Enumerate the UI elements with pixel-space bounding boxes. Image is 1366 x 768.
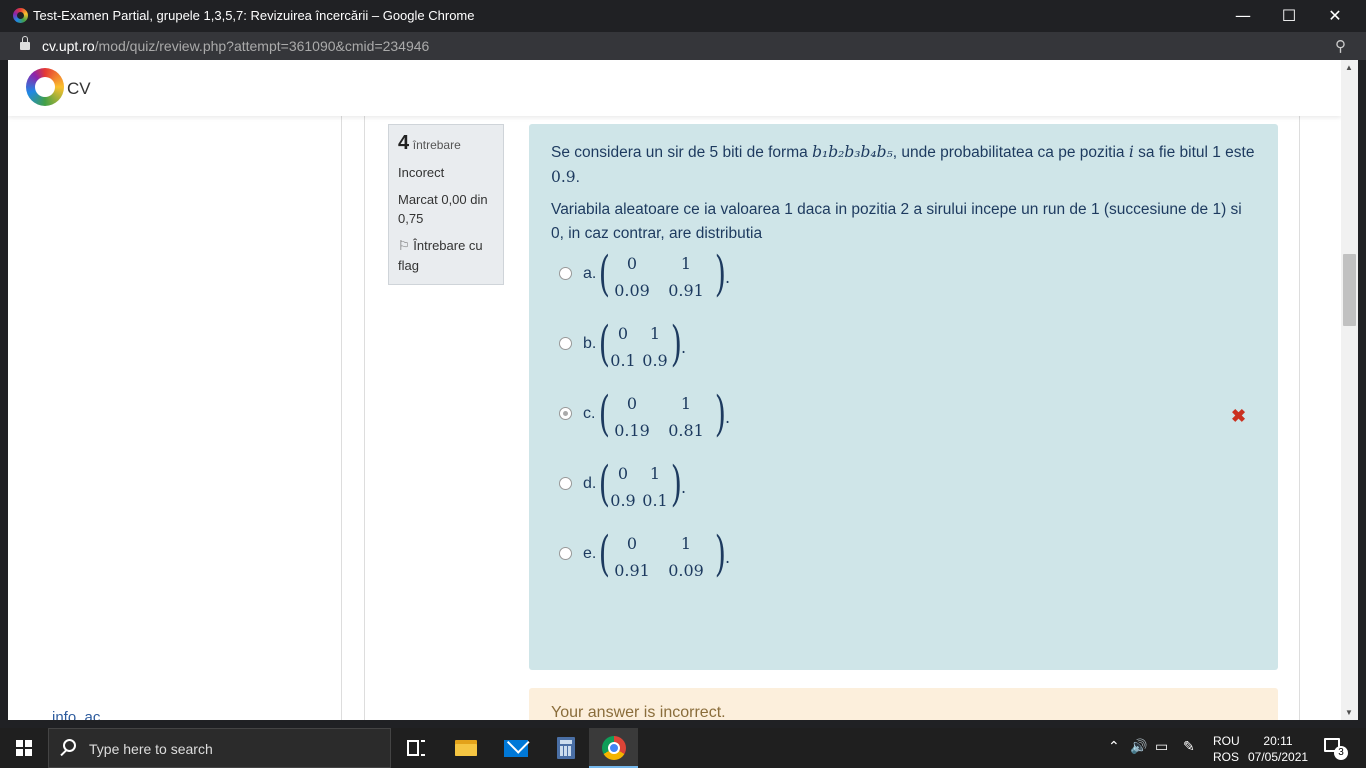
option-letter: b. [583,335,597,352]
volume-icon[interactable]: 🔊 [1130,739,1147,755]
answer-radio[interactable] [559,407,572,420]
clock[interactable]: 20:11 07/05/2021 [1248,733,1308,765]
pen-icon[interactable]: ✎ [1183,739,1195,755]
quiz-review-main: 4 întrebare Incorect Marcat 0,00 din 0,7… [364,116,1300,720]
taskbar-search[interactable]: Type here to search [48,728,391,768]
minimize-icon[interactable]: — [1220,0,1266,32]
site-logo-icon[interactable] [26,68,64,106]
info-ac-link[interactable]: info_ac [52,709,100,720]
option-letter: d. [583,475,597,492]
site-header: CV [8,60,1341,116]
file-explorer-icon[interactable] [455,736,479,760]
question-word: întrebare [412,138,461,152]
matrix-cell: 0.19 [614,421,650,440]
option-letter: a. [583,265,597,282]
search-placeholder: Type here to search [89,741,213,757]
flag-label: Întrebare cu flag [398,238,483,273]
windows-start-icon[interactable] [16,740,32,756]
chevron-up-icon[interactable]: ⌃ [1108,739,1120,755]
notification-count: 3 [1334,746,1348,760]
page-viewport: CV info_ac 4 întrebare Incorect Marcat 0… [8,60,1341,720]
matrix-cell: 0 [626,254,638,273]
mail-icon[interactable] [504,736,528,760]
scroll-down-icon[interactable]: ▼ [1345,708,1353,717]
matrix-cell: 1 [680,394,692,413]
feedback-text: Your answer is incorrect. [551,704,726,720]
matrix-cell: 0 [626,394,638,413]
window-title: Test-Examen Partial, grupele 1,3,5,7: Re… [33,8,475,23]
scroll-up-icon[interactable]: ▲ [1345,63,1353,72]
matrix-cell: 0.09 [614,281,650,300]
url-text[interactable]: cv.upt.ro/mod/quiz/review.php?attempt=36… [42,38,429,54]
window-titlebar: Test-Examen Partial, grupele 1,3,5,7: Re… [0,0,1366,32]
matrix-cell: 0.91 [668,281,704,300]
notification-icon[interactable]: 3 [1324,738,1348,760]
calculator-icon[interactable] [554,736,578,760]
flag-icon: ⚐ [398,239,410,254]
zoom-icon[interactable]: ⚲ [1335,37,1346,55]
address-bar[interactable]: cv.upt.ro/mod/quiz/review.php?attempt=36… [0,32,1366,60]
lock-icon[interactable] [20,36,30,50]
matrix-cell: 0 [626,534,638,553]
matrix-cell: 1 [680,254,692,273]
feedback-box: Your answer is incorrect. [529,688,1278,720]
answer-radio[interactable] [559,337,572,350]
site-name[interactable]: CV [67,79,91,99]
matrix-cell: 0.09 [668,561,704,580]
close-icon[interactable]: ✕ [1312,0,1358,32]
answer-radio[interactable] [559,477,572,490]
matrix-cell: 1 [680,534,692,553]
incorrect-mark-icon: ✖ [1231,406,1247,426]
chrome-taskbar-icon[interactable] [589,728,638,768]
question-info-panel: 4 întrebare Incorect Marcat 0,00 din 0,7… [388,124,504,285]
question-number: 4 [398,132,410,154]
question-text-2: Variabila aleatoare ce ia valoarea 1 dac… [551,201,1242,242]
taskbar: Type here to search ⌃ 🔊 ▭ ✎ ROU ROS 20:11… [0,728,1366,768]
search-icon [63,739,76,752]
question-text-1: Se considera un sir de 5 biti de forma b… [551,143,1255,186]
option-letter: c. [583,405,596,422]
chrome-favicon-icon [13,8,28,23]
question-content: Se considera un sir de 5 biti de forma b… [529,124,1278,670]
language-indicator[interactable]: ROU ROS [1213,733,1240,765]
option-letter: e. [583,545,597,562]
question-state: Incorect [398,165,445,180]
matrix-cell: 0.81 [668,421,704,440]
scroll-thumb[interactable] [1343,254,1356,326]
left-drawer: info_ac [8,116,342,720]
answer-radio[interactable] [559,547,572,560]
maximize-icon[interactable]: ☐ [1266,0,1312,32]
page-scrollbar[interactable]: ▲ ▼ [1341,60,1358,720]
question-grade: Marcat 0,00 din 0,75 [398,192,488,226]
battery-icon[interactable]: ▭ [1155,739,1168,755]
task-view-icon[interactable] [404,736,428,760]
flag-question-link[interactable]: ⚐ Întrebare cu flag [398,236,494,275]
matrix-cell: 0.91 [614,561,650,580]
answer-radio[interactable] [559,267,572,280]
